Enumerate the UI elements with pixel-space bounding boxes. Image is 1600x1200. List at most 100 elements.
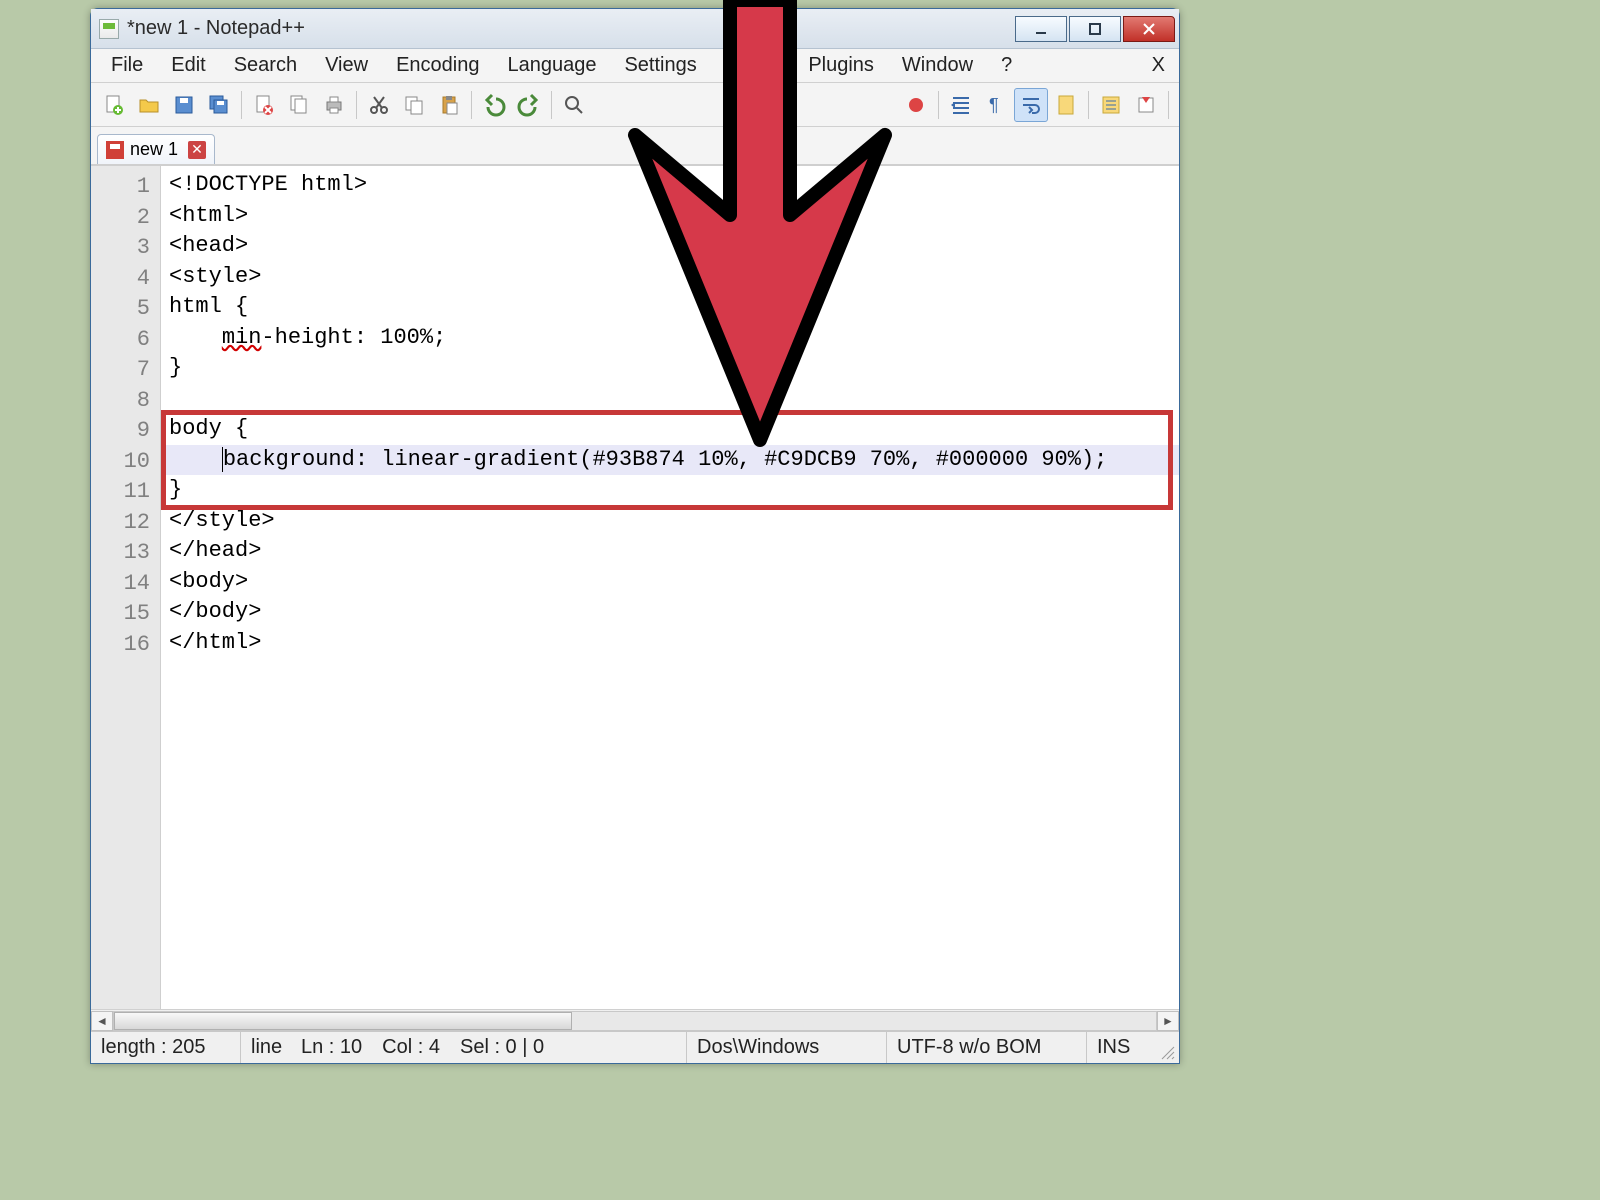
code-line[interactable]: </head> [161, 536, 1179, 567]
code-line[interactable]: } [161, 353, 1179, 384]
scroll-track[interactable] [113, 1011, 1157, 1031]
status-encoding: UTF-8 w/o BOM [887, 1032, 1087, 1063]
tab-new-1[interactable]: new 1 ✕ [97, 134, 215, 164]
menu-window[interactable]: Window [888, 50, 987, 81]
window-buttons [1013, 16, 1175, 42]
toolbar-separator [1088, 91, 1089, 119]
menu-help[interactable]: ? [987, 50, 1026, 81]
pilcrow-icon: ¶ [984, 93, 1008, 117]
unsaved-icon [106, 141, 124, 159]
line-number: 5 [91, 292, 160, 323]
code-line[interactable]: <head> [161, 231, 1179, 262]
indent-button[interactable] [944, 88, 978, 122]
line-number: 4 [91, 262, 160, 293]
code-line[interactable]: <body> [161, 567, 1179, 598]
function-list-icon [1099, 93, 1123, 117]
paste-button[interactable] [432, 88, 466, 122]
copy-button[interactable] [397, 88, 431, 122]
menu-file[interactable]: File [97, 50, 157, 81]
code-line[interactable]: } [161, 475, 1179, 506]
function-list-button[interactable] [1094, 88, 1128, 122]
code-line[interactable]: <html> [161, 201, 1179, 232]
menu-close-doc[interactable]: X [1144, 52, 1173, 79]
code-line[interactable] [161, 384, 1179, 415]
line-number: 10 [91, 445, 160, 476]
menu-search[interactable]: Search [220, 50, 311, 81]
line-number: 2 [91, 201, 160, 232]
find-button[interactable] [557, 88, 591, 122]
close-all-button[interactable] [282, 88, 316, 122]
tab-strip: new 1 ✕ [91, 127, 1179, 165]
show-symbols-button[interactable]: ¶ [979, 88, 1013, 122]
code-line[interactable]: min-height: 100%; [161, 323, 1179, 354]
status-ins: INS [1087, 1032, 1157, 1063]
svg-text:¶: ¶ [989, 95, 999, 115]
status-eol: Dos\Windows [687, 1032, 887, 1063]
code-line[interactable]: </html> [161, 628, 1179, 659]
plugin-button[interactable] [1129, 88, 1163, 122]
code-line[interactable]: <!DOCTYPE html> [161, 170, 1179, 201]
code-line[interactable]: </body> [161, 597, 1179, 628]
code-line[interactable]: <style> [161, 262, 1179, 293]
save-button[interactable] [167, 88, 201, 122]
open-file-button[interactable] [132, 88, 166, 122]
macro-record-button[interactable] [899, 88, 933, 122]
close-file-button[interactable] [247, 88, 281, 122]
line-number: 14 [91, 567, 160, 598]
copy-icon [402, 93, 426, 117]
undo-button[interactable] [477, 88, 511, 122]
save-all-button[interactable] [202, 88, 236, 122]
resize-grip[interactable] [1157, 1032, 1179, 1063]
menu-macro[interactable]: Macro [711, 50, 795, 81]
line-number: 16 [91, 628, 160, 659]
minimize-button[interactable] [1015, 16, 1067, 42]
plugin-icon [1134, 93, 1158, 117]
horizontal-scrollbar[interactable]: ◄ ► [91, 1009, 1179, 1031]
menu-plugins[interactable]: Plugins [794, 50, 888, 81]
menu-edit[interactable]: Edit [157, 50, 219, 81]
undo-icon [482, 93, 506, 117]
app-icon [99, 19, 119, 39]
new-file-button[interactable] [97, 88, 131, 122]
close-all-icon [287, 93, 311, 117]
maximize-button[interactable] [1069, 16, 1121, 42]
statusbar: length : 205 line Ln : 10 Col : 4 Sel : … [91, 1031, 1179, 1063]
scroll-left-button[interactable]: ◄ [91, 1011, 113, 1031]
line-number-gutter: 12345678910111213141516 [91, 166, 161, 1009]
menu-encoding[interactable]: Encoding [382, 50, 493, 81]
scroll-thumb[interactable] [114, 1012, 572, 1030]
line-number: 6 [91, 323, 160, 354]
code-line[interactable]: body { [161, 414, 1179, 445]
print-button[interactable] [317, 88, 351, 122]
paste-icon [437, 93, 461, 117]
code-line[interactable]: html { [161, 292, 1179, 323]
code-line[interactable]: </style> [161, 506, 1179, 537]
titlebar[interactable]: *new 1 - Notepad++ [91, 9, 1179, 49]
save-icon [172, 93, 196, 117]
scroll-right-button[interactable]: ► [1157, 1011, 1179, 1031]
line-number: 3 [91, 231, 160, 262]
menu-language[interactable]: Language [493, 50, 610, 81]
tab-close-button[interactable]: ✕ [188, 141, 206, 159]
cut-button[interactable] [362, 88, 396, 122]
wordwrap-button[interactable] [1014, 88, 1048, 122]
maximize-icon [1087, 21, 1103, 37]
cut-icon [367, 93, 391, 117]
code-line[interactable]: background: linear-gradient(#93B874 10%,… [161, 445, 1179, 476]
menu-view[interactable]: View [311, 50, 382, 81]
search-icon [562, 93, 586, 117]
editor-area: 12345678910111213141516 <!DOCTYPE html><… [91, 165, 1179, 1009]
close-file-icon [252, 93, 276, 117]
toolbar: ¶ [91, 83, 1179, 127]
menubar: File Edit Search View Encoding Language … [91, 49, 1179, 83]
close-button[interactable] [1123, 16, 1175, 42]
code-area[interactable]: <!DOCTYPE html><html><head><style>html {… [161, 166, 1179, 1009]
redo-button[interactable] [512, 88, 546, 122]
indent-icon [949, 93, 973, 117]
menu-settings[interactable]: Settings [610, 50, 710, 81]
close-icon [1141, 21, 1157, 37]
line-number: 13 [91, 536, 160, 567]
toolbar-separator [471, 91, 472, 119]
doc-map-button[interactable] [1049, 88, 1083, 122]
status-line-prefix: line [241, 1032, 291, 1063]
